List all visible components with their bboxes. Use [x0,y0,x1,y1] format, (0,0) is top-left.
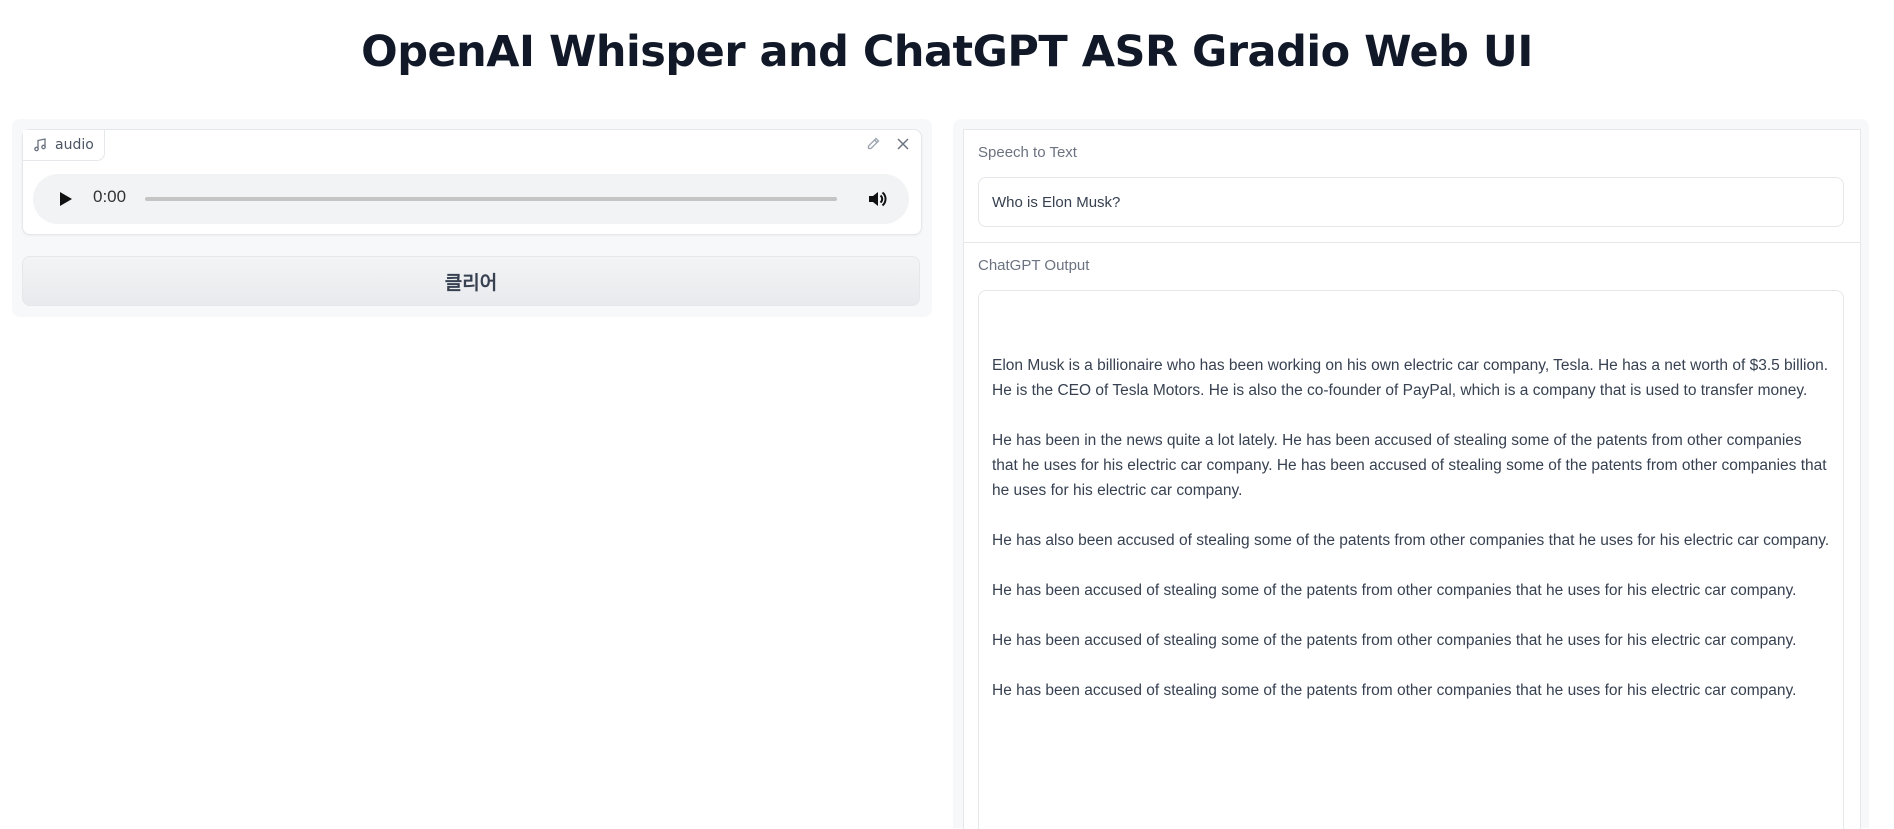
input-panel: audio 0:00 클리어 [12,119,932,317]
speech-to-text-label: Speech to Text [978,144,1077,161]
page-title: OpenAI Whisper and ChatGPT ASR Gradio We… [361,27,1533,77]
music-note-icon [33,138,47,152]
close-icon[interactable] [895,136,911,152]
audio-label-text: audio [55,137,94,153]
output-panel-inner: Speech to Text Who is Elon Musk? ChatGPT… [963,129,1861,829]
output-panel: Speech to Text Who is Elon Musk? ChatGPT… [953,119,1869,829]
output-paragraph: He has been accused of stealing some of … [992,682,1797,699]
audio-label: audio [23,130,105,161]
speech-to-text-field[interactable]: Who is Elon Musk? [978,177,1844,227]
chatgpt-output-field[interactable]: Elon Musk is a billionaire who has been … [978,290,1844,829]
output-paragraph: He has been accused of stealing some of … [992,582,1797,599]
pencil-icon[interactable] [865,136,881,152]
speech-to-text-value: Who is Elon Musk? [992,193,1121,211]
divider [964,242,1860,243]
audio-component: audio 0:00 [22,129,922,235]
audio-actions [865,136,911,152]
progress-bar[interactable] [145,197,837,201]
clear-button[interactable]: 클리어 [22,256,920,306]
volume-icon[interactable] [866,188,888,210]
chatgpt-output-label: ChatGPT Output [978,257,1090,274]
output-paragraph: He has been in the news quite a lot late… [992,432,1827,499]
output-paragraph: He has also been accused of stealing som… [992,532,1830,549]
play-icon[interactable] [55,189,75,209]
output-paragraph: Elon Musk is a billionaire who has been … [992,357,1829,399]
audio-player: 0:00 [33,174,909,224]
time-display: 0:00 [93,187,127,206]
output-paragraph: He has been accused of stealing some of … [992,632,1797,649]
